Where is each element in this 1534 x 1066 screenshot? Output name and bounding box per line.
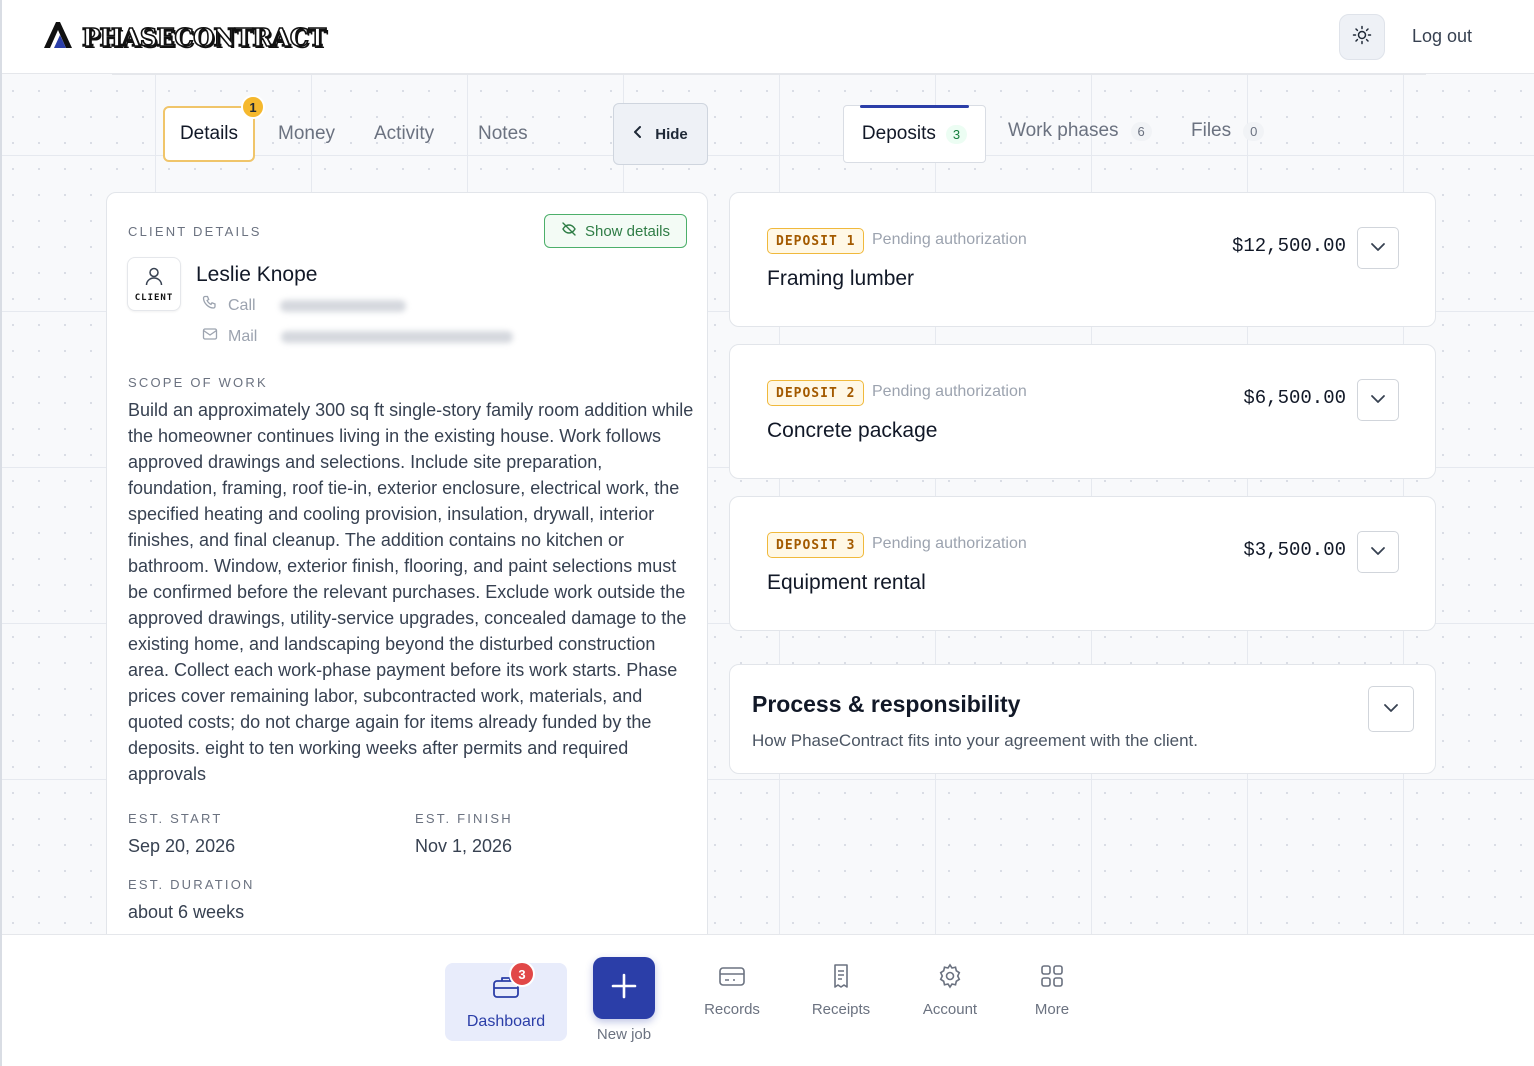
gear-icon — [936, 963, 964, 993]
chevron-down-icon — [1370, 391, 1386, 409]
brand-name: PHASECONTRACT — [81, 22, 327, 53]
est-duration-value: about 6 weeks — [128, 902, 245, 922]
est-finish-value: Nov 1, 2026 — [415, 836, 513, 856]
deposit-title: Framing lumber — [767, 267, 915, 290]
tab-work-phases[interactable]: Work phases 6 — [1008, 120, 1152, 142]
avatar-label: CLIENT — [134, 292, 174, 303]
tab-deposits[interactable]: Deposits 3 — [843, 105, 986, 163]
receipt-icon — [827, 963, 855, 993]
est-finish-label: EST. FINISH — [415, 811, 513, 826]
hide-panel-button[interactable]: Hide — [613, 103, 708, 165]
est-duration-label: EST. DURATION — [128, 877, 255, 892]
call-contact[interactable]: Call — [202, 295, 406, 316]
files-count: 0 — [1243, 121, 1265, 141]
deposit-amount: $12,500.00 — [1231, 235, 1346, 257]
work-phases-count: 6 — [1130, 121, 1152, 141]
tab-work-phases-label: Work phases — [1008, 120, 1119, 141]
logo-mark-icon — [42, 20, 74, 55]
call-label: Call — [228, 296, 256, 314]
expand-process-button[interactable] — [1368, 686, 1414, 732]
chevron-down-icon — [1370, 543, 1386, 561]
email-redacted — [281, 330, 514, 343]
expand-deposit-button[interactable] — [1357, 531, 1399, 573]
new-job-label[interactable]: New job — [574, 1026, 674, 1043]
est-start-label: EST. START — [128, 811, 223, 826]
new-job-button[interactable] — [593, 957, 655, 1019]
user-icon — [144, 266, 164, 291]
chevron-left-icon — [633, 125, 643, 143]
tab-details-label: Details — [179, 123, 239, 144]
tab-files[interactable]: Files 0 — [1191, 120, 1265, 142]
scope-heading: SCOPE OF WORK — [128, 375, 268, 390]
show-details-button[interactable]: Show details — [544, 214, 687, 248]
show-details-label: Show details — [584, 222, 671, 240]
nav-records-label: Records — [704, 1001, 760, 1018]
deposit-status: Pending authorization — [872, 231, 1027, 248]
tab-files-label: Files — [1191, 120, 1232, 141]
deposits-count: 3 — [945, 124, 968, 144]
theme-toggle-button[interactable] — [1339, 14, 1385, 60]
nav-dashboard-label: Dashboard — [466, 1012, 546, 1030]
deposit-tag: DEPOSIT 2 — [767, 380, 865, 406]
tab-notes[interactable]: Notes — [478, 106, 528, 162]
client-details-card: CLIENT DETAILS Show details CLIENT Lesli… — [106, 192, 708, 952]
tab-activity[interactable]: Activity — [374, 106, 434, 162]
deposit-card[interactable]: DEPOSIT 2 Pending authorization Concrete… — [729, 344, 1436, 479]
nav-receipts-label: Receipts — [811, 1001, 871, 1018]
eye-off-icon — [561, 221, 577, 241]
top-header: PHASECONTRACT Log out — [2, 0, 1534, 75]
client-avatar: CLIENT — [127, 257, 181, 311]
logout-link[interactable]: Log out — [1412, 26, 1472, 47]
est-start-value: Sep 20, 2026 — [128, 836, 236, 856]
mail-icon — [202, 326, 218, 347]
nav-account-label: Account — [922, 1001, 978, 1018]
phone-number-redacted — [279, 299, 406, 312]
plus-icon — [611, 973, 637, 1004]
deposit-title: Equipment rental — [767, 571, 926, 594]
deposit-card[interactable]: DEPOSIT 1 Pending authorization Framing … — [729, 192, 1436, 327]
nav-dashboard[interactable]: Dashboard 3 — [445, 961, 567, 1041]
expand-deposit-button[interactable] — [1357, 227, 1399, 269]
client-name: Leslie Knope — [196, 263, 318, 286]
scope-of-work-text: Build an approximately 300 sq ft single-… — [128, 400, 694, 784]
dashboard-badge: 3 — [509, 961, 535, 987]
mail-contact[interactable]: Mail — [202, 326, 514, 347]
deposit-tag: DEPOSIT 1 — [767, 228, 865, 254]
nav-records[interactable]: Records — [672, 963, 792, 1018]
process-title: Process & responsibility — [752, 691, 1021, 717]
sun-icon — [1352, 25, 1372, 50]
deposit-status: Pending authorization — [872, 535, 1027, 552]
deposit-title: Concrete package — [767, 419, 938, 442]
phone-icon — [202, 295, 218, 316]
tab-details[interactable]: Details 1 — [163, 95, 265, 162]
tab-money[interactable]: Money — [278, 106, 335, 162]
deposit-amount: $6,500.00 — [1243, 387, 1346, 409]
nav-more-label: More — [1034, 1001, 1070, 1018]
process-responsibility-card[interactable]: Process & responsibility How PhaseContra… — [729, 664, 1436, 774]
brand-logo[interactable]: PHASECONTRACT — [42, 20, 327, 55]
nav-more[interactable]: More — [992, 963, 1112, 1018]
expand-deposit-button[interactable] — [1357, 379, 1399, 421]
bottom-navigation: Dashboard 3 New job Records Receipts Acc… — [2, 934, 1534, 1066]
hide-label: Hide — [655, 125, 688, 143]
deposit-amount: $3,500.00 — [1243, 539, 1346, 561]
details-badge: 1 — [241, 95, 265, 119]
tab-deposits-label: Deposits — [861, 123, 936, 144]
card-icon — [718, 963, 746, 993]
chevron-down-icon — [1370, 239, 1386, 257]
deposit-status: Pending authorization — [872, 383, 1027, 400]
grid-icon — [1038, 963, 1066, 993]
nav-receipts[interactable]: Receipts — [781, 963, 901, 1018]
client-details-heading: CLIENT DETAILS — [128, 224, 262, 239]
mail-label: Mail — [228, 327, 258, 345]
deposit-tag: DEPOSIT 3 — [767, 532, 865, 558]
process-subtitle: How PhaseContract fits into your agreeme… — [752, 731, 1198, 750]
deposit-card[interactable]: DEPOSIT 3 Pending authorization Equipmen… — [729, 496, 1436, 631]
chevron-down-icon — [1383, 700, 1399, 718]
